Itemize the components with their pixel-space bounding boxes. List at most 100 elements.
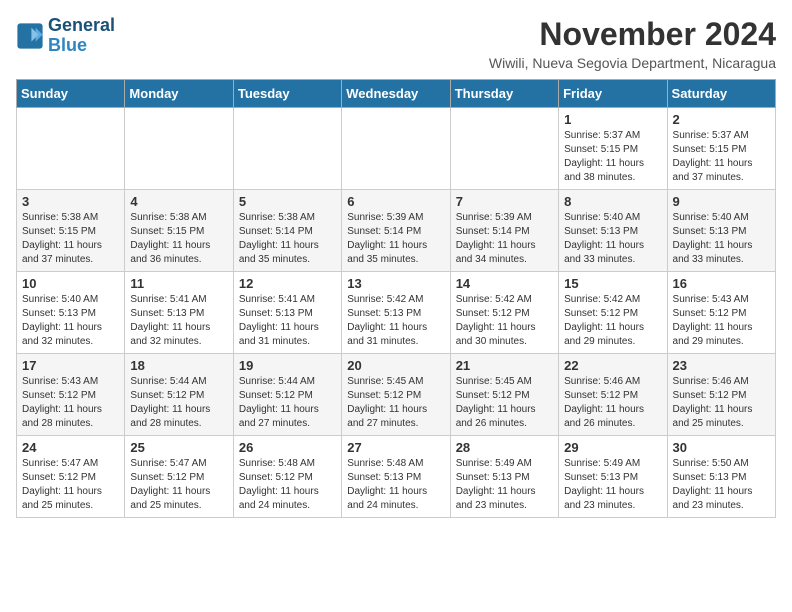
day-number: 3 [22, 194, 119, 209]
calendar-cell: 4 Sunrise: 5:38 AM Sunset: 5:15 PM Daylig… [125, 190, 233, 272]
day-info: Sunrise: 5:40 AM Sunset: 5:13 PM Dayligh… [22, 293, 119, 349]
day-info: Sunrise: 5:37 AM Sunset: 5:15 PM Dayligh… [673, 129, 770, 185]
day-number: 8 [564, 194, 661, 209]
day-info: Sunrise: 5:46 AM Sunset: 5:12 PM Dayligh… [564, 375, 661, 431]
calendar-cell [17, 108, 125, 190]
day-number: 21 [456, 358, 553, 373]
day-info: Sunrise: 5:38 AM Sunset: 5:14 PM Dayligh… [239, 211, 336, 267]
calendar-cell: 23 Sunrise: 5:46 AM Sunset: 5:12 PM Dayli… [667, 354, 775, 436]
day-number: 10 [22, 276, 119, 291]
day-info: Sunrise: 5:50 AM Sunset: 5:13 PM Dayligh… [673, 457, 770, 513]
calendar-cell: 10 Sunrise: 5:40 AM Sunset: 5:13 PM Dayli… [17, 272, 125, 354]
day-number: 27 [347, 440, 444, 455]
calendar-week-row: 1Sunrise: 5:37 AM Sunset: 5:15 PM Daylig… [17, 108, 776, 190]
day-number: 18 [130, 358, 227, 373]
calendar-cell: 29 Sunrise: 5:49 AM Sunset: 5:13 PM Dayli… [559, 436, 667, 518]
calendar-header-row: SundayMondayTuesdayWednesdayThursdayFrid… [17, 80, 776, 108]
logo-text: General Blue [48, 16, 115, 56]
day-info: Sunrise: 5:38 AM Sunset: 5:15 PM Dayligh… [22, 211, 119, 267]
day-number: 6 [347, 194, 444, 209]
day-info: Sunrise: 5:42 AM Sunset: 5:12 PM Dayligh… [456, 293, 553, 349]
day-info: Sunrise: 5:43 AM Sunset: 5:12 PM Dayligh… [673, 293, 770, 349]
day-number: 23 [673, 358, 770, 373]
day-info: Sunrise: 5:42 AM Sunset: 5:13 PM Dayligh… [347, 293, 444, 349]
day-info: Sunrise: 5:40 AM Sunset: 5:13 PM Dayligh… [673, 211, 770, 267]
calendar-cell: 30 Sunrise: 5:50 AM Sunset: 5:13 PM Dayli… [667, 436, 775, 518]
calendar-cell: 8 Sunrise: 5:40 AM Sunset: 5:13 PM Daylig… [559, 190, 667, 272]
calendar-cell: 14Sunrise: 5:42 AM Sunset: 5:12 PM Dayli… [450, 272, 558, 354]
day-number: 28 [456, 440, 553, 455]
day-number: 19 [239, 358, 336, 373]
weekday-header: Wednesday [342, 80, 450, 108]
calendar-cell: 3 Sunrise: 5:38 AM Sunset: 5:15 PM Daylig… [17, 190, 125, 272]
calendar-cell: 22 Sunrise: 5:46 AM Sunset: 5:12 PM Dayli… [559, 354, 667, 436]
logo-icon [16, 22, 44, 50]
day-number: 13 [347, 276, 444, 291]
day-info: Sunrise: 5:47 AM Sunset: 5:12 PM Dayligh… [130, 457, 227, 513]
calendar-cell: 21Sunrise: 5:45 AM Sunset: 5:12 PM Dayli… [450, 354, 558, 436]
day-info: Sunrise: 5:39 AM Sunset: 5:14 PM Dayligh… [347, 211, 444, 267]
calendar-cell: 2 Sunrise: 5:37 AM Sunset: 5:15 PM Daylig… [667, 108, 775, 190]
weekday-header: Sunday [17, 80, 125, 108]
day-info: Sunrise: 5:42 AM Sunset: 5:12 PM Dayligh… [564, 293, 661, 349]
day-number: 24 [22, 440, 119, 455]
calendar-cell: 27 Sunrise: 5:48 AM Sunset: 5:13 PM Dayli… [342, 436, 450, 518]
day-info: Sunrise: 5:41 AM Sunset: 5:13 PM Dayligh… [130, 293, 227, 349]
day-info: Sunrise: 5:41 AM Sunset: 5:13 PM Dayligh… [239, 293, 336, 349]
calendar-week-row: 17 Sunrise: 5:43 AM Sunset: 5:12 PM Dayli… [17, 354, 776, 436]
day-info: Sunrise: 5:38 AM Sunset: 5:15 PM Dayligh… [130, 211, 227, 267]
calendar-cell: 26 Sunrise: 5:48 AM Sunset: 5:12 PM Dayli… [233, 436, 341, 518]
day-info: Sunrise: 5:48 AM Sunset: 5:13 PM Dayligh… [347, 457, 444, 513]
day-info: Sunrise: 5:40 AM Sunset: 5:13 PM Dayligh… [564, 211, 661, 267]
day-number: 30 [673, 440, 770, 455]
day-number: 15 [564, 276, 661, 291]
calendar-cell [342, 108, 450, 190]
calendar-cell: 17 Sunrise: 5:43 AM Sunset: 5:12 PM Dayli… [17, 354, 125, 436]
day-info: Sunrise: 5:43 AM Sunset: 5:12 PM Dayligh… [22, 375, 119, 431]
calendar-cell: 24 Sunrise: 5:47 AM Sunset: 5:12 PM Dayli… [17, 436, 125, 518]
title-area: November 2024 Wiwili, Nueva Segovia Depa… [489, 16, 776, 71]
day-info: Sunrise: 5:49 AM Sunset: 5:13 PM Dayligh… [564, 457, 661, 513]
day-number: 22 [564, 358, 661, 373]
calendar-cell: 16 Sunrise: 5:43 AM Sunset: 5:12 PM Dayli… [667, 272, 775, 354]
calendar-week-row: 3 Sunrise: 5:38 AM Sunset: 5:15 PM Daylig… [17, 190, 776, 272]
day-number: 17 [22, 358, 119, 373]
calendar-cell: 12 Sunrise: 5:41 AM Sunset: 5:13 PM Dayli… [233, 272, 341, 354]
day-info: Sunrise: 5:49 AM Sunset: 5:13 PM Dayligh… [456, 457, 553, 513]
day-number: 4 [130, 194, 227, 209]
weekday-header: Saturday [667, 80, 775, 108]
weekday-header: Thursday [450, 80, 558, 108]
day-info: Sunrise: 5:44 AM Sunset: 5:12 PM Dayligh… [130, 375, 227, 431]
calendar-table: SundayMondayTuesdayWednesdayThursdayFrid… [16, 79, 776, 518]
location-subtitle: Wiwili, Nueva Segovia Department, Nicara… [489, 55, 776, 71]
day-info: Sunrise: 5:47 AM Sunset: 5:12 PM Dayligh… [22, 457, 119, 513]
day-info: Sunrise: 5:44 AM Sunset: 5:12 PM Dayligh… [239, 375, 336, 431]
calendar-cell: 7Sunrise: 5:39 AM Sunset: 5:14 PM Daylig… [450, 190, 558, 272]
day-info: Sunrise: 5:37 AM Sunset: 5:15 PM Dayligh… [564, 129, 661, 185]
weekday-header: Friday [559, 80, 667, 108]
day-number: 2 [673, 112, 770, 127]
calendar-cell: 1Sunrise: 5:37 AM Sunset: 5:15 PM Daylig… [559, 108, 667, 190]
day-number: 25 [130, 440, 227, 455]
weekday-header: Tuesday [233, 80, 341, 108]
calendar-cell: 5Sunrise: 5:38 AM Sunset: 5:14 PM Daylig… [233, 190, 341, 272]
day-info: Sunrise: 5:39 AM Sunset: 5:14 PM Dayligh… [456, 211, 553, 267]
day-info: Sunrise: 5:46 AM Sunset: 5:12 PM Dayligh… [673, 375, 770, 431]
calendar-cell: 11Sunrise: 5:41 AM Sunset: 5:13 PM Dayli… [125, 272, 233, 354]
day-info: Sunrise: 5:48 AM Sunset: 5:12 PM Dayligh… [239, 457, 336, 513]
calendar-cell: 18 Sunrise: 5:44 AM Sunset: 5:12 PM Dayli… [125, 354, 233, 436]
day-number: 26 [239, 440, 336, 455]
calendar-cell: 25 Sunrise: 5:47 AM Sunset: 5:12 PM Dayli… [125, 436, 233, 518]
weekday-header: Monday [125, 80, 233, 108]
day-number: 16 [673, 276, 770, 291]
day-number: 29 [564, 440, 661, 455]
calendar-week-row: 24 Sunrise: 5:47 AM Sunset: 5:12 PM Dayli… [17, 436, 776, 518]
day-number: 20 [347, 358, 444, 373]
day-number: 9 [673, 194, 770, 209]
calendar-cell: 13 Sunrise: 5:42 AM Sunset: 5:13 PM Dayli… [342, 272, 450, 354]
logo: General Blue [16, 16, 115, 56]
calendar-cell [450, 108, 558, 190]
calendar-week-row: 10 Sunrise: 5:40 AM Sunset: 5:13 PM Dayli… [17, 272, 776, 354]
day-number: 12 [239, 276, 336, 291]
calendar-cell: 9 Sunrise: 5:40 AM Sunset: 5:13 PM Daylig… [667, 190, 775, 272]
